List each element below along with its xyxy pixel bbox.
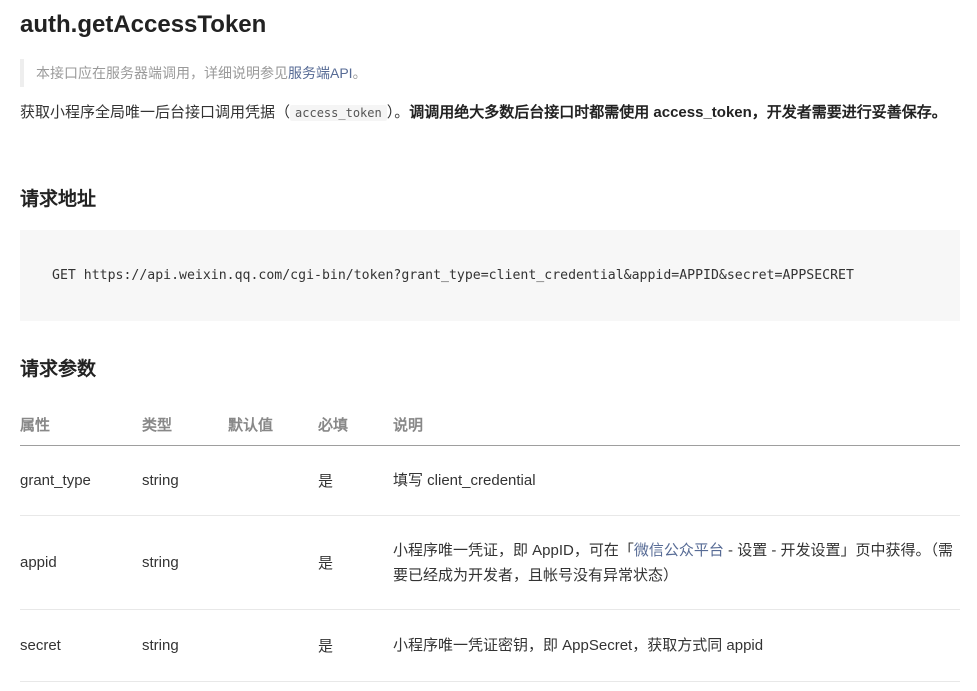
note-text: 本接口应在服务器端调用，详细说明参见 <box>36 65 288 81</box>
param-type: string <box>142 445 228 516</box>
param-type: string <box>142 515 228 610</box>
column-header-required: 必填 <box>318 403 393 446</box>
api-description: 获取小程序全局唯一后台接口调用凭据（ access_token ）。调调用绝大多数后… <box>20 99 960 127</box>
param-default <box>228 515 318 610</box>
request-url-code: GET https://api.weixin.qq.com/cgi-bin/to… <box>20 230 960 321</box>
column-header-default: 默认值 <box>228 403 318 446</box>
table-row: appid string 是 小程序唯一凭证，即 AppID，可在「微信公众平台… <box>20 515 960 610</box>
param-required: 是 <box>318 515 393 610</box>
param-description: 填写 client_credential <box>393 445 960 516</box>
param-required: 是 <box>318 445 393 516</box>
table-row: grant_type string 是 填写 client_credential <box>20 445 960 516</box>
column-header-description: 说明 <box>393 403 960 446</box>
description-bold: 调调用绝大多数后台接口时都需使用 access_token，开发者需要进行妥善保… <box>409 104 947 121</box>
wechat-platform-link[interactable]: 微信公众平台 <box>634 542 724 559</box>
param-required: 是 <box>318 609 393 682</box>
request-params-heading: 请求参数 <box>20 359 97 380</box>
access-token-code: access_token <box>290 105 387 121</box>
request-url-heading: 请求地址 <box>20 189 97 210</box>
param-name: grant_type <box>20 445 142 516</box>
param-default <box>228 609 318 682</box>
param-name: appid <box>20 515 142 610</box>
page-title: auth.getAccessToken <box>20 11 267 38</box>
table-header-row: 属性 类型 默认值 必填 说明 <box>20 403 960 446</box>
param-description: 小程序唯一凭证，即 AppID，可在「微信公众平台 - 设置 - 开发设置」页中… <box>393 515 960 610</box>
column-header-property: 属性 <box>20 403 142 446</box>
table-row: secret string 是 小程序唯一凭证密钥，即 AppSecret，获取… <box>20 609 960 682</box>
server-side-note: 本接口应在服务器端调用，详细说明参见服务端API。 <box>20 59 960 87</box>
note-end: 。 <box>352 65 367 81</box>
server-api-link[interactable]: 服务端API <box>288 65 353 81</box>
column-header-type: 类型 <box>142 403 228 446</box>
appid-desc-prefix: 小程序唯一凭证，即 AppID，可在「 <box>393 541 634 559</box>
param-description: 小程序唯一凭证密钥，即 AppSecret，获取方式同 appid <box>393 609 960 682</box>
request-params-table: 属性 类型 默认值 必填 说明 grant_type string 是 填写 c… <box>20 403 960 682</box>
description-part2: ）。 <box>386 104 410 121</box>
param-default <box>228 445 318 516</box>
param-type: string <box>142 609 228 682</box>
description-part1: 获取小程序全局唯一后台接口调用凭据（ <box>20 104 291 121</box>
param-name: secret <box>20 609 142 682</box>
